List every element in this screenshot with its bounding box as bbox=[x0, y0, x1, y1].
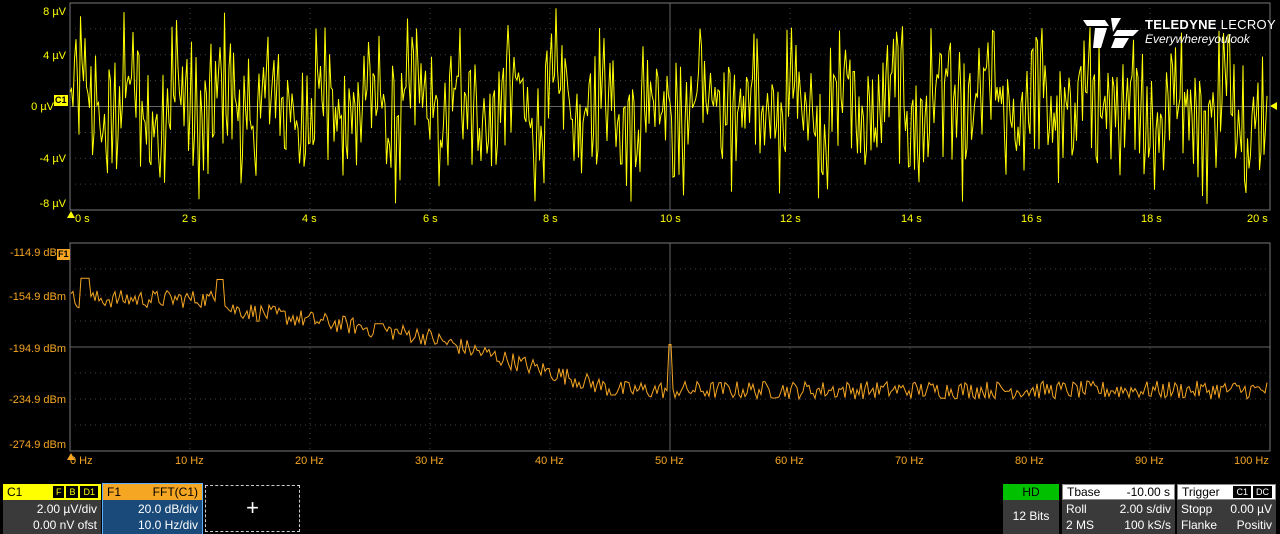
brand-tagline: Everywhereyoulook bbox=[1145, 32, 1250, 46]
time-y-label: -8 µV bbox=[39, 198, 66, 210]
fft-y-label: -274.9 dBm bbox=[9, 439, 66, 451]
hd-label: HD bbox=[1003, 484, 1059, 500]
trigger-state: Stopp bbox=[1181, 502, 1213, 516]
c1-vdiv: 2.00 µV/div bbox=[36, 502, 97, 516]
c1-badge-d1: D1 bbox=[80, 486, 98, 498]
fft-y-label: -154.9 dBm bbox=[9, 291, 66, 303]
f1-function: FFT(C1) bbox=[152, 485, 198, 499]
brand-name-teledyne: TELEDYNE bbox=[1145, 17, 1217, 32]
scope-display bbox=[67, 2, 1277, 460]
fft-x-label: 70 Hz bbox=[895, 455, 924, 467]
fft-spectrum-trace bbox=[70, 277, 1268, 401]
fft-x-label: 80 Hz bbox=[1015, 455, 1044, 467]
trigger-type: Flanke bbox=[1181, 518, 1218, 532]
trigger-coupling-badge: DC bbox=[1253, 486, 1272, 498]
timebase-delay: -10.00 s bbox=[1126, 485, 1170, 499]
trigger-level: 0.00 µV bbox=[1230, 502, 1272, 516]
trigger-label: Trigger bbox=[1182, 485, 1220, 499]
fft-x-label: 30 Hz bbox=[415, 455, 444, 467]
f1-marker-tag[interactable]: F1 bbox=[57, 249, 70, 260]
timebase-tdiv: 2.00 s/div bbox=[1119, 502, 1171, 516]
teledyne-logo-icon bbox=[1083, 18, 1139, 48]
c1-descriptor[interactable]: C1 F B D1 2.00 µV/div 0.00 nV ofst bbox=[3, 484, 101, 534]
f1-vdiv: 20.0 dB/div bbox=[137, 502, 198, 516]
time-y-label: 8 µV bbox=[43, 6, 66, 18]
timebase-rate: 100 kS/s bbox=[1124, 518, 1171, 532]
fft-x-label: 100 Hz bbox=[1234, 455, 1269, 467]
c1-marker-tag[interactable]: C1 bbox=[54, 95, 68, 106]
teledyne-lecroy-logo: TELEDYNE LECROY Everywhereyoulook bbox=[1083, 16, 1276, 52]
timebase-descriptor[interactable]: Tbase -10.00 s Roll 2.00 s/div 2 MS 100 … bbox=[1062, 484, 1175, 534]
c1-badge-b: B bbox=[66, 486, 79, 498]
time-x-label: 0 s bbox=[75, 213, 90, 225]
time-x-label: 12 s bbox=[780, 213, 801, 225]
add-math-button[interactable]: + bbox=[205, 485, 300, 532]
time-y-label: 4 µV bbox=[43, 50, 66, 62]
time-x-label: 16 s bbox=[1021, 213, 1042, 225]
trigger-descriptor[interactable]: Trigger C1 DC Stopp 0.00 µV Flanke Posit… bbox=[1177, 484, 1276, 534]
fft-y-label: -234.9 dBm bbox=[9, 394, 66, 406]
hd-descriptor[interactable]: HD 12 Bits bbox=[1003, 484, 1059, 534]
time-x-label: 8 s bbox=[543, 213, 558, 225]
time-x-label: 4 s bbox=[302, 213, 317, 225]
time-x-label: 20 s bbox=[1247, 213, 1268, 225]
trigger-slope: Positiv bbox=[1236, 518, 1272, 532]
fft-x-label: 10 Hz bbox=[175, 455, 204, 467]
time-x-label: 14 s bbox=[901, 213, 922, 225]
f1-hdiv: 10.0 Hz/div bbox=[137, 518, 198, 532]
timebase-points: 2 MS bbox=[1066, 518, 1095, 532]
fft-x-label: 90 Hz bbox=[1135, 455, 1164, 467]
fft-x-label: 40 Hz bbox=[535, 455, 564, 467]
time-y-label: -4 µV bbox=[39, 153, 66, 165]
brand-name: TELEDYNE LECROY bbox=[1145, 17, 1276, 32]
trigger-source-badge: C1 bbox=[1233, 486, 1251, 498]
time-x-label: 2 s bbox=[182, 213, 197, 225]
c1-offset-arrow-icon bbox=[1270, 102, 1277, 110]
f1-descriptor[interactable]: F1 FFT(C1) 20.0 dB/div 10.0 Hz/div bbox=[102, 483, 203, 534]
fft-x-label: 20 Hz bbox=[295, 455, 324, 467]
time-y-label: 0 µV bbox=[31, 101, 54, 113]
brand-name-lecroy: LECROY bbox=[1220, 17, 1276, 32]
fft-x-label: 60 Hz bbox=[775, 455, 804, 467]
f1-name: F1 bbox=[107, 485, 122, 499]
c1-offset: 0.00 nV ofst bbox=[32, 518, 97, 532]
fft-x-label: 0 Hz bbox=[70, 455, 93, 467]
timebase-mode: Roll bbox=[1066, 502, 1087, 516]
fft-x-label: 50 Hz bbox=[655, 455, 684, 467]
c1-trigger-marker-icon bbox=[67, 211, 75, 218]
c1-name: C1 bbox=[7, 485, 23, 499]
timebase-label: Tbase bbox=[1067, 485, 1101, 499]
time-x-label: 6 s bbox=[423, 213, 438, 225]
fft-y-label: -194.9 dBm bbox=[9, 343, 66, 355]
time-x-label: 18 s bbox=[1141, 213, 1162, 225]
c1-badge-f: F bbox=[52, 486, 65, 498]
hd-bits: 12 Bits bbox=[1003, 500, 1059, 534]
fft-grid bbox=[69, 242, 1271, 452]
time-x-label: 10 s bbox=[660, 213, 681, 225]
